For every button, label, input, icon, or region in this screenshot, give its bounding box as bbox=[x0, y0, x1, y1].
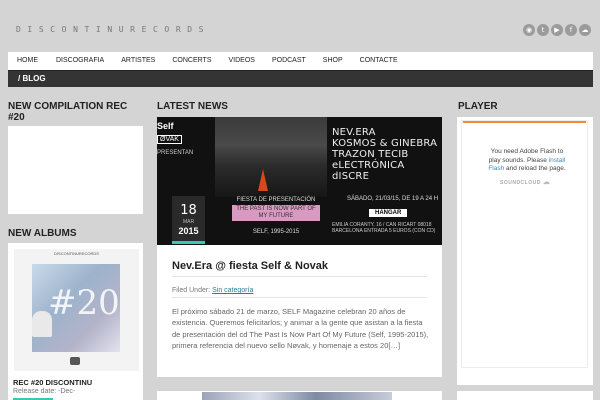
post-date-day: 18 bbox=[180, 203, 197, 218]
soundcloud-logo-icon: ☁ bbox=[542, 179, 551, 186]
nav-item-videos[interactable]: VIDEOS bbox=[229, 52, 255, 70]
post-meta: Filed Under: Sin categoría bbox=[172, 287, 253, 294]
soundcloud-text: SOUNDCLOUD bbox=[500, 180, 541, 186]
post-date-year: 2015 bbox=[178, 226, 199, 236]
post-image-date-line: SÁBADO, 21/03/15, DE 19 A 24 H bbox=[347, 196, 439, 202]
youtube-icon[interactable]: ▶ bbox=[551, 24, 563, 36]
nav-item-artistes[interactable]: ARTISTES bbox=[121, 52, 155, 70]
post-excerpt: El próximo sábado 21 de marzo, SELF Maga… bbox=[172, 307, 429, 350]
divider bbox=[172, 297, 427, 298]
post-image-presentan: PRESENTAN bbox=[157, 150, 194, 156]
flash-message: You need Adobe Flash to play sounds. Ple… bbox=[486, 148, 568, 174]
post-image-venue: HANGAR bbox=[369, 209, 408, 217]
breadcrumb-bar: / BLOG bbox=[8, 70, 593, 87]
main-nav: HOME DISCOGRAFIA ARTISTES CONCERTS VIDEO… bbox=[8, 52, 593, 70]
album-title[interactable]: REC #20 DISCONTINU bbox=[13, 378, 92, 387]
compilation-widget bbox=[8, 126, 143, 214]
post-image-label: ØVAK bbox=[157, 135, 182, 144]
soundcloud-label: SOUNDCLOUD ☁ bbox=[500, 178, 550, 186]
lineup-line: eLECTRÓNICA dISCRE bbox=[332, 160, 405, 182]
post-image-brand: Self bbox=[157, 121, 174, 131]
nav-item-home[interactable]: HOME bbox=[17, 52, 38, 70]
player-widget-title: PLAYER bbox=[458, 101, 498, 112]
player-accent-bar bbox=[463, 121, 586, 123]
post-image-lineup: NEV.ERA KOSMOS & GINEBRA TRAZON TECIB eL… bbox=[332, 127, 442, 182]
album-release-date: Release date: -Dec- bbox=[13, 388, 76, 395]
lineup-line: NEV.ERA bbox=[332, 127, 376, 138]
compilation-widget-title: NEW COMPILATION REC #20 bbox=[8, 101, 128, 123]
post-image-self-line: SELF, 1995-2015 bbox=[252, 229, 300, 235]
rss-icon[interactable]: ◉ bbox=[523, 24, 535, 36]
nav-item-discografia[interactable]: DISCOGRAFIA bbox=[56, 52, 104, 70]
filed-under-label: Filed Under: bbox=[172, 287, 211, 294]
nav-item-concerts[interactable]: CONCERTS bbox=[172, 52, 211, 70]
twitter-icon[interactable]: t bbox=[537, 24, 549, 36]
next-post-image bbox=[202, 392, 392, 400]
flash-message-text-2: and reload the page. bbox=[506, 165, 566, 172]
facebook-icon[interactable]: f bbox=[565, 24, 577, 36]
nav-item-shop[interactable]: SHOP bbox=[323, 52, 343, 70]
post-image-address: EMILIA CORANTY, 16 / CAN RICART 08018 BA… bbox=[332, 222, 436, 234]
lineup-line: KOSMOS & GINEBRA bbox=[332, 138, 438, 149]
traffic-cone-icon bbox=[258, 169, 268, 191]
album-cover-header: DISCONTINURECORDS bbox=[54, 251, 99, 256]
section-title: LATEST NEWS bbox=[157, 101, 228, 112]
post-image-photo bbox=[215, 117, 327, 197]
post-date-badge: 18 MAR 2015 bbox=[172, 196, 205, 244]
album-cover-number: #20 bbox=[48, 283, 120, 323]
nav-item-contacte[interactable]: CONTACTE bbox=[360, 52, 398, 70]
next-post-card[interactable] bbox=[157, 391, 442, 400]
social-icons: ◉ t ▶ f ☁ bbox=[523, 24, 591, 36]
site-title[interactable]: DISCONTINURECORDS bbox=[16, 25, 210, 34]
lineup-line: TRAZON TECIB bbox=[332, 149, 409, 160]
post-title[interactable]: Nev.Era @ fiesta Self & Novak bbox=[172, 260, 328, 272]
divider bbox=[172, 276, 427, 277]
soundcloud-icon[interactable]: ☁ bbox=[579, 24, 591, 36]
category-link[interactable]: Sin categoría bbox=[212, 287, 253, 294]
album-cover[interactable]: DISCONTINURECORDS #20 bbox=[14, 249, 139, 371]
breadcrumb-blog[interactable]: / BLOG bbox=[18, 71, 46, 87]
post-image-album-title: THE PAST IS NOW PART OF MY FUTURE bbox=[232, 205, 320, 221]
post-image-fiesta: FIESTA DE PRESENTACIÓN bbox=[236, 197, 316, 203]
right-widget-bottom bbox=[457, 391, 593, 400]
albums-widget-title: NEW ALBUMS bbox=[8, 228, 77, 239]
nav-item-podcast[interactable]: PODCAST bbox=[272, 52, 306, 70]
album-logo-icon bbox=[70, 357, 80, 365]
